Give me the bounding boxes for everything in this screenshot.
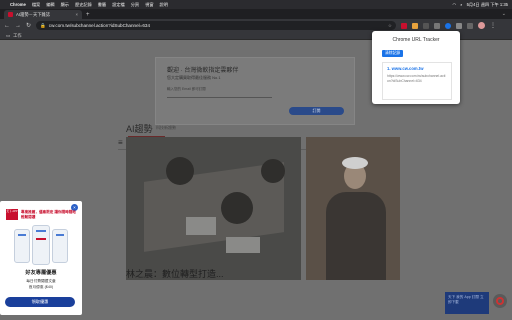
floating-ad[interactable]: 天下 我的 App 訂閱 立即下載 — [445, 292, 489, 314]
subscribe-card: 觀迎 · 台灣微軟指定雲夥伴 您大定購買取得最佳服務 No.1 輸入您的 Ema… — [155, 57, 355, 125]
app-promo-panel: × 天下 APP 專業推薦，優惠限定 讓你隨時隨地 輕鬆閱讀 好友專屬優惠 每日… — [0, 201, 82, 315]
hamburger-menu-icon[interactable]: ≡ — [118, 138, 123, 147]
reload-icon[interactable]: ↻ — [26, 22, 31, 29]
forward-icon[interactable]: → — [15, 23, 21, 29]
tab-active[interactable]: AI趨勢－天下雜誌 × — [4, 10, 82, 19]
article-headline[interactable]: 林之晨：數位轉型打造... — [126, 267, 224, 280]
article-thumbnail[interactable] — [306, 137, 400, 280]
subscribe-email-input[interactable]: 輸入您的 Email 即可訂閱 — [167, 87, 206, 92]
extensions-puzzle-icon[interactable] — [456, 22, 463, 29]
new-tab-button[interactable]: + — [86, 12, 90, 18]
folder-icon: ▭ — [6, 32, 11, 38]
phone-mockup-right — [52, 229, 68, 263]
menu-item-edit[interactable]: 編輯 — [46, 2, 54, 8]
menu-item-view[interactable]: 顯示 — [61, 2, 69, 8]
extension-icon-3[interactable] — [423, 22, 430, 29]
menu-item-profiles[interactable]: 設定檔 — [112, 2, 125, 8]
bookmark-folder-work[interactable]: 工作 — [13, 33, 22, 39]
address-bar[interactable]: 🔒 cw.com.tw/subchannel.action?idSubChann… — [36, 21, 397, 30]
menu-item-bookmarks[interactable]: 書籤 — [98, 2, 106, 8]
claim-offer-button[interactable]: 領取優惠 — [5, 297, 75, 307]
tab-strip: AI趨勢－天下雜誌 × + ⌄ — [0, 9, 512, 19]
phone-mockup-left — [14, 229, 30, 263]
tab-close-icon[interactable]: × — [75, 12, 78, 17]
menu-item-tab[interactable]: 分頁 — [131, 2, 139, 8]
app-logo: 天下 APP — [6, 209, 18, 220]
url-entry[interactable]: 1. www.cw.com.tw https://www.cw.com.tw/s… — [382, 62, 452, 100]
floating-app-icon[interactable] — [493, 294, 507, 308]
url-tracker-popup: Chrome URL Tracker 清除記錄 1. www.cw.com.tw… — [372, 31, 460, 104]
tab-search-icon[interactable]: ⌄ — [502, 11, 506, 17]
menu-item-window[interactable]: 視窗 — [145, 2, 153, 8]
extension-icon-2[interactable] — [412, 22, 419, 29]
phone-mockup-center — [32, 225, 50, 265]
menu-app-name[interactable]: Chrome — [10, 2, 26, 7]
macos-menubar: Chrome 檔案 編輯 顯示 歷史記錄 書籤 設定檔 分頁 視窗 說明 ◠ ⌕… — [0, 0, 512, 9]
tab-title: AI趨勢－天下雜誌 — [16, 11, 51, 17]
favicon-icon — [8, 12, 13, 17]
section-subtitle: 科技新趨勢 — [156, 125, 176, 130]
input-underline — [167, 97, 272, 98]
bookmark-star-icon[interactable]: ☆ — [388, 23, 392, 29]
promo-subtext-2: 首月優惠 ($40) — [28, 285, 54, 289]
hero-image[interactable] — [126, 137, 301, 280]
search-icon[interactable]: ⌕ — [460, 2, 462, 7]
menu-item-file[interactable]: 檔案 — [32, 2, 40, 8]
extension-icon-4[interactable] — [434, 22, 441, 29]
promo-heading: 好友專屬優惠 — [25, 270, 57, 276]
url-entry-full: https://www.cw.com.tw/subchannel.action?… — [387, 74, 446, 83]
clear-history-button[interactable]: 清除記錄 — [382, 50, 404, 57]
promo-tagline: 專業推薦，優惠限定 讓你隨時隨地 輕鬆閱讀 — [21, 210, 76, 219]
section-title: AI趨勢 — [126, 124, 153, 134]
lock-icon[interactable]: 🔒 — [40, 23, 46, 29]
subscribe-title: 觀迎 · 台灣微軟指定雲夥伴 — [167, 68, 239, 74]
url-tracker-extension-icon[interactable] — [445, 22, 452, 29]
menubar-clock[interactable]: 5月4日 週四 下午 1:35 — [467, 2, 508, 8]
subscribe-button[interactable]: 訂閱 — [289, 107, 344, 115]
back-icon[interactable]: ← — [4, 23, 10, 29]
menu-item-help[interactable]: 說明 — [160, 2, 168, 8]
url-entry-title[interactable]: 1. www.cw.com.tw — [387, 66, 447, 71]
kebab-menu-icon[interactable]: ⋮ — [490, 22, 496, 29]
profile-avatar[interactable] — [478, 22, 486, 29]
subscribe-subtitle: 您大定購買取得最佳服務 No.1 — [167, 75, 221, 80]
wifi-icon[interactable]: ◠ — [453, 2, 457, 7]
address-text[interactable]: cw.com.tw/subchannel.action?idSubChannel… — [49, 23, 150, 28]
sidepanel-icon[interactable] — [467, 22, 474, 29]
popup-title: Chrome URL Tracker — [392, 37, 440, 43]
promo-subtext-1: 每日付費閱讀文章 — [26, 279, 56, 283]
extension-icon-1[interactable] — [401, 22, 408, 29]
menu-item-history[interactable]: 歷史記錄 — [75, 2, 92, 8]
